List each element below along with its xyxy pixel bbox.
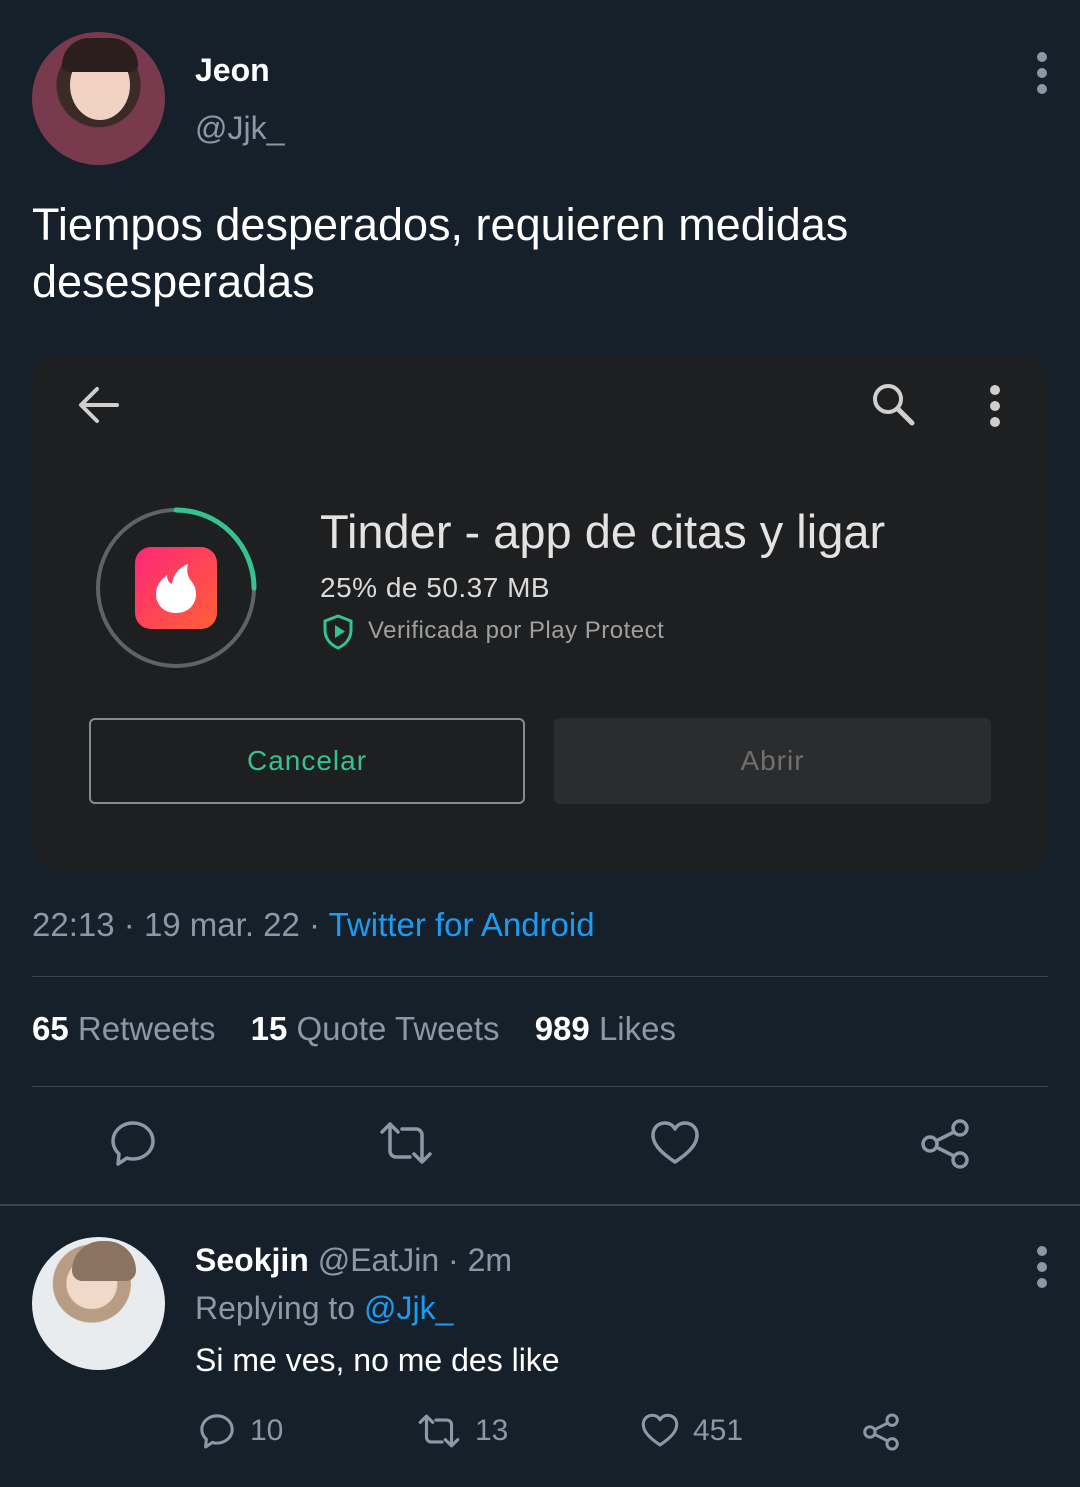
- replying-to-link[interactable]: @Jjk_: [364, 1290, 453, 1326]
- tweet-meta: 22:13 · 19 mar. 22 · Twitter for Android: [32, 906, 595, 944]
- reply-button[interactable]: [108, 1118, 158, 1168]
- quotes-count: 15: [250, 1010, 288, 1047]
- meta-separator: ·: [309, 906, 321, 943]
- reply-like-button[interactable]: 451: [641, 1413, 743, 1448]
- reply-icon: [111, 1121, 155, 1166]
- reply-icon: [200, 1414, 234, 1449]
- tweet-source-link[interactable]: Twitter for Android: [329, 906, 595, 943]
- retweets-stat[interactable]: 65 Retweets: [32, 1010, 215, 1047]
- tweet-stats: 65 Retweets 15 Quote Tweets 989 Likes: [32, 1010, 676, 1048]
- more-vert-icon: [988, 384, 1002, 428]
- retweet-button[interactable]: [378, 1120, 434, 1166]
- quotes-stat[interactable]: 15 Quote Tweets: [251, 1010, 500, 1047]
- tweet-date: 19 mar. 22: [143, 906, 300, 943]
- reply-avatar[interactable]: [32, 1237, 165, 1370]
- share-button[interactable]: [918, 1117, 972, 1171]
- likes-stat[interactable]: 989 Likes: [535, 1010, 676, 1047]
- divider: [32, 1086, 1048, 1087]
- download-progress-text: 25% de 50.37 MB: [320, 572, 551, 603]
- reply-author-handle[interactable]: @EatJin: [318, 1242, 439, 1278]
- play-protect-shield-icon: [322, 614, 354, 650]
- tweet-text: Tiempos desperados, requieren medidas de…: [32, 199, 849, 307]
- reply-header: Seokjin @EatJin · 2m: [195, 1242, 512, 1279]
- app-title: Tinder - app de citas y ligar: [320, 505, 886, 558]
- likes-count: 989: [534, 1010, 590, 1047]
- quotes-label: Quote Tweets: [296, 1010, 500, 1047]
- reply-share-button[interactable]: [861, 1412, 901, 1452]
- heart-icon: [641, 1413, 679, 1447]
- retweets-count: 65: [32, 1010, 69, 1047]
- retweets-label: Retweets: [77, 1010, 216, 1047]
- author-handle[interactable]: @Jjk_: [195, 110, 284, 147]
- more-options-icon[interactable]: [1036, 52, 1048, 94]
- open-button[interactable]: Abrir: [554, 718, 991, 804]
- reply-more-options-icon[interactable]: [1036, 1246, 1048, 1288]
- likes-label: Likes: [598, 1010, 676, 1047]
- search-icon: [870, 381, 916, 427]
- avatar[interactable]: [32, 32, 165, 165]
- reply-author-name[interactable]: Seokjin: [195, 1242, 309, 1278]
- reply-reply-button[interactable]: 10: [198, 1412, 283, 1450]
- reply-retweet-button[interactable]: 13: [417, 1413, 508, 1449]
- reply-age: · 2m: [448, 1242, 513, 1278]
- divider: [32, 976, 1048, 977]
- tweet-time: 22:13: [32, 906, 115, 943]
- tinder-flame-icon: [135, 547, 217, 629]
- share-icon: [921, 1119, 969, 1169]
- retweet-icon: [418, 1414, 460, 1448]
- heart-icon: [651, 1121, 699, 1164]
- cancel-button[interactable]: Cancelar: [89, 718, 525, 804]
- reply-text: Si me ves, no me des like: [195, 1342, 560, 1378]
- share-icon: [863, 1413, 899, 1451]
- meta-separator: ·: [123, 906, 135, 943]
- author-name[interactable]: Jeon: [195, 52, 270, 89]
- reply-retweet-count: 13: [475, 1414, 509, 1447]
- divider: [0, 1204, 1080, 1206]
- reply-like-count: 451: [693, 1413, 744, 1447]
- replying-to: Replying to @Jjk_: [195, 1290, 453, 1327]
- reply-reply-count: 10: [250, 1414, 284, 1447]
- back-arrow-icon: [77, 383, 121, 427]
- play-protect-text: Verificada por Play Protect: [368, 617, 665, 644]
- replying-prefix: Replying to: [195, 1290, 356, 1326]
- retweet-icon: [380, 1122, 432, 1164]
- like-button[interactable]: [650, 1120, 700, 1166]
